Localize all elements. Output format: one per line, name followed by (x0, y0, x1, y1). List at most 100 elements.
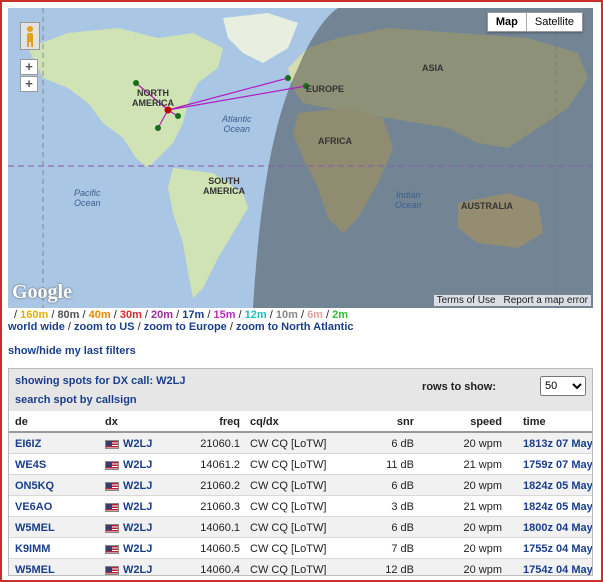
band-160m[interactable]: 160m (20, 309, 48, 321)
cell-speed: 20 wpm (463, 543, 502, 555)
col-dx: dx (105, 416, 118, 428)
zoom-link-world-wide[interactable]: world wide (8, 321, 65, 333)
cell-freq: 21060.2 (200, 480, 240, 492)
zoom-in-button[interactable]: + (20, 59, 38, 75)
cell-de[interactable]: EI6IZ (15, 438, 41, 450)
us-flag-icon (105, 481, 119, 491)
band-6m[interactable]: 6m (307, 309, 323, 321)
cell-cq: CW CQ [LoTW] (250, 438, 327, 450)
label-europe: EUROPE (306, 84, 345, 94)
cell-time[interactable]: 1755z 04 May (523, 543, 592, 555)
col-freq: freq (219, 416, 240, 428)
cell-dx-call[interactable]: W2LJ (123, 480, 152, 492)
cell-dx[interactable]: W2LJ (105, 564, 152, 575)
us-flag-icon (105, 460, 119, 470)
zoom-link-zoom-to-north-atlantic[interactable]: zoom to North Atlantic (236, 321, 354, 333)
cell-cq: CW CQ [LoTW] (250, 522, 327, 534)
cell-de[interactable]: WE4S (15, 459, 46, 471)
col-snr: snr (396, 416, 414, 428)
cell-cq: CW CQ [LoTW] (250, 564, 327, 576)
cell-dx[interactable]: W2LJ (105, 480, 152, 492)
label-australia: AUSTRALIA (461, 201, 513, 211)
cell-dx-call[interactable]: W2LJ (123, 543, 152, 555)
cell-snr: 6 dB (391, 522, 414, 534)
cell-dx-call[interactable]: W2LJ (123, 438, 152, 450)
us-flag-icon (105, 439, 119, 449)
label-atlantic-ocean: Atlantic Ocean (222, 114, 252, 134)
terms-link[interactable]: Terms of Use (437, 295, 496, 306)
search-spot-link[interactable]: search spot by callsign (15, 394, 137, 406)
band-2m[interactable]: 2m (332, 309, 348, 321)
label-pacific-ocean: Pacific Ocean (74, 188, 101, 208)
table-header: de dx freq cq/dx snr speed time (9, 411, 592, 433)
cell-cq: CW CQ [LoTW] (250, 459, 327, 471)
cell-de[interactable]: K9IMM (15, 543, 50, 555)
band-filter-list: / 160m / 80m / 40m / 30m / 20m / 17m / 1… (14, 309, 349, 321)
table-row: WE4S W2LJ 14061.2 CW CQ [LoTW] 11 dB 21 wpm 17… (9, 454, 592, 475)
cell-snr: 11 dB (386, 459, 414, 471)
cell-freq: 14060.5 (200, 543, 240, 555)
cell-dx[interactable]: W2LJ (105, 501, 152, 513)
cell-de[interactable]: W5MEL (15, 564, 55, 575)
cell-de[interactable]: VE6AO (15, 501, 52, 513)
cell-freq: 14060.1 (200, 522, 240, 534)
band-17m[interactable]: 17m (182, 309, 204, 321)
zoom-link-zoom-to-us[interactable]: zoom to US (74, 321, 135, 333)
zoom-links: world wide / zoom to US / zoom to Europe… (8, 321, 354, 333)
col-time: time (523, 416, 546, 428)
cell-dx-call[interactable]: W2LJ (123, 564, 152, 575)
cell-time[interactable]: 1824z 05 May (523, 480, 592, 492)
table-row: K9IMM W2LJ 14060.5 CW CQ [LoTW] 7 dB 20 wpm 17… (9, 538, 592, 559)
table-row: W5MEL W2LJ 14060.1 CW CQ [LoTW] 6 dB 20 wpm 18… (9, 517, 592, 538)
band-12m[interactable]: 12m (245, 309, 267, 321)
pegman-icon[interactable] (20, 22, 40, 50)
band-20m[interactable]: 20m (151, 309, 173, 321)
show-hide-filters-link[interactable]: show/hide my last filters (8, 345, 136, 357)
world-map[interactable]: NORTH AMERICA SOUTH AMERICA EUROPE ASIA … (8, 8, 593, 308)
cell-time[interactable]: 1813z 07 May (523, 438, 592, 450)
cell-time[interactable]: 1754z 04 May (523, 564, 592, 575)
cell-dx[interactable]: W2LJ (105, 459, 152, 471)
google-logo: Google (12, 281, 72, 303)
cell-de[interactable]: W5MEL (15, 522, 55, 534)
cell-dx[interactable]: W2LJ (105, 522, 152, 534)
zoom-link-zoom-to-europe[interactable]: zoom to Europe (144, 321, 227, 333)
cell-dx-call[interactable]: W2LJ (123, 501, 152, 513)
report-map-error-link[interactable]: Report a map error (504, 295, 588, 306)
cell-dx-call[interactable]: W2LJ (123, 522, 152, 534)
cell-dx-call[interactable]: W2LJ (123, 459, 152, 471)
band-40m[interactable]: 40m (89, 309, 111, 321)
spots-panel: showing spots for DX call: W2LJ search s… (8, 368, 593, 576)
rows-to-show-select[interactable]: 50 (540, 376, 586, 396)
map-canvas (8, 8, 593, 308)
cell-time[interactable]: 1800z 04 May (523, 522, 592, 534)
cell-dx[interactable]: W2LJ (105, 543, 152, 555)
table-row: EI6IZ W2LJ 21060.1 CW CQ [LoTW] 6 dB 20 wpm 18… (9, 433, 592, 454)
table-row: ON5KQ W2LJ 21060.2 CW CQ [LoTW] 6 dB 20 wpm 18… (9, 475, 592, 496)
band-15m[interactable]: 15m (213, 309, 235, 321)
land-north-america (28, 28, 223, 168)
cell-dx[interactable]: W2LJ (105, 438, 152, 450)
table-row: W5MEL W2LJ 14060.4 CW CQ [LoTW] 12 dB 20 wpm 1… (9, 559, 592, 576)
label-africa: AFRICA (318, 136, 352, 146)
map-button[interactable]: Map (488, 13, 527, 31)
cell-speed: 20 wpm (463, 564, 502, 576)
cell-speed: 21 wpm (463, 501, 502, 513)
band-30m[interactable]: 30m (120, 309, 142, 321)
showing-spots-label: showing spots for DX call: W2LJ (15, 375, 186, 387)
cell-freq: 14061.2 (200, 459, 240, 471)
cell-cq: CW CQ [LoTW] (250, 543, 327, 555)
cell-de[interactable]: ON5KQ (15, 480, 54, 492)
cell-freq: 14060.4 (200, 564, 240, 576)
cell-speed: 20 wpm (463, 480, 502, 492)
cell-speed: 20 wpm (463, 438, 502, 450)
cell-time[interactable]: 1759z 07 May (523, 459, 592, 471)
band-80m[interactable]: 80m (57, 309, 79, 321)
cell-snr: 12 dB (385, 564, 414, 576)
satellite-button[interactable]: Satellite (527, 13, 582, 31)
zoom-out-button[interactable]: + (20, 76, 38, 92)
cell-time[interactable]: 1824z 05 May (523, 501, 592, 513)
us-flag-icon (105, 565, 119, 575)
band-10m[interactable]: 10m (276, 309, 298, 321)
cell-speed: 21 wpm (463, 459, 502, 471)
